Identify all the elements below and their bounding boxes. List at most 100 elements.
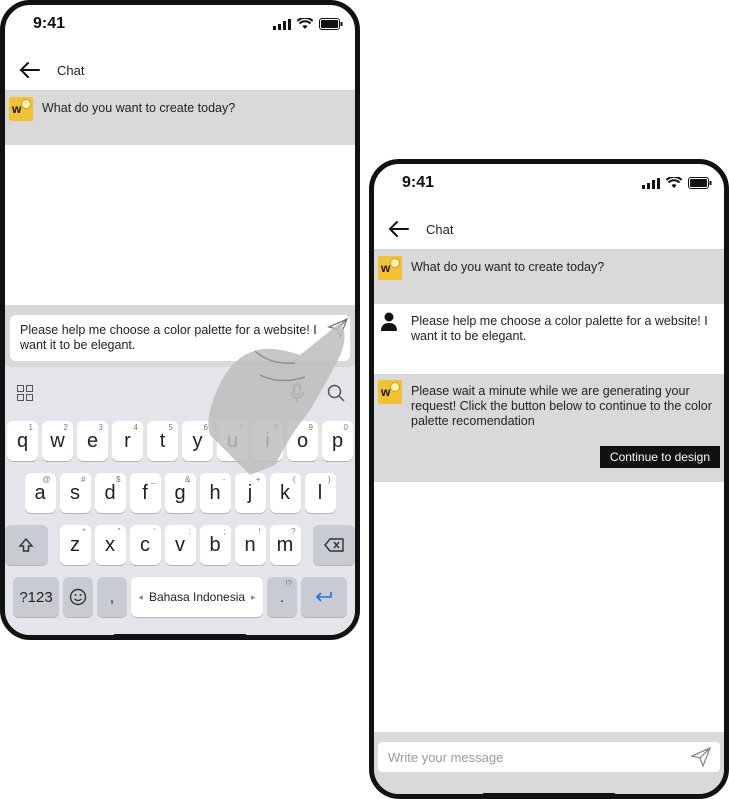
key-label: g: [174, 481, 186, 504]
space-key[interactable]: ◂ Bahasa Indonesia ▸: [131, 577, 263, 617]
microphone-icon[interactable]: [290, 383, 304, 403]
key-label: n: [244, 533, 256, 556]
key-g[interactable]: & g: [164, 473, 196, 513]
key-c[interactable]: ' c: [129, 525, 161, 565]
key-secondary-label: :: [188, 527, 191, 536]
key-label: j: [247, 481, 253, 504]
key-w[interactable]: 2w: [42, 421, 73, 461]
key-l[interactable]: ) l: [304, 473, 336, 513]
key-secondary-label: 1: [28, 423, 33, 432]
key-secondary-label: ": [117, 527, 121, 536]
keyboard-row-3: * z " x ' c: v; b! n? m: [5, 525, 355, 565]
user-message: Please help me choose a color palette fo…: [374, 304, 724, 374]
key-e[interactable]: 3e: [77, 421, 108, 461]
on-screen-keyboard: 1q2w3e4r5t6y7u8i9o0p @ a # s $ d _ f & g - h + j(k) l …: [5, 367, 355, 635]
key-o[interactable]: 9o: [287, 421, 318, 461]
key-secondary-label: 2: [63, 423, 68, 432]
page-title: Chat: [426, 222, 454, 237]
key-secondary-label: ;: [223, 527, 226, 536]
key-label: p: [331, 429, 344, 452]
key-t[interactable]: 5t: [147, 421, 178, 461]
key-a[interactable]: @ a: [24, 473, 56, 513]
page-title: Chat: [57, 63, 85, 78]
message-input[interactable]: Please help me choose a color palette fo…: [10, 315, 350, 361]
backspace-icon: [323, 538, 344, 552]
key-label: u: [226, 429, 239, 452]
home-indicator: [113, 634, 247, 635]
key-secondary-label: 0: [343, 423, 348, 432]
key-x[interactable]: " x: [94, 525, 126, 565]
message-input[interactable]: [378, 742, 720, 772]
period-key[interactable]: !? .: [267, 577, 297, 617]
chat-header: Chat: [374, 208, 724, 250]
key-j[interactable]: + j: [234, 473, 266, 513]
letter-keys: * z " x ' c: v; b! n? m: [59, 525, 301, 565]
key-i[interactable]: 8i: [252, 421, 283, 461]
emoji-icon: [69, 588, 87, 606]
wifi-icon: [666, 177, 682, 188]
composer: Please help me choose a color palette fo…: [5, 305, 355, 367]
key-b[interactable]: ; b: [199, 525, 231, 565]
key-secondary-label: #: [81, 475, 86, 484]
key-r[interactable]: 4r: [112, 421, 143, 461]
message-text: Please help me choose a color palette fo…: [411, 314, 708, 343]
key-label: v: [175, 533, 185, 556]
battery-icon: [688, 177, 712, 189]
chat-header: Chat: [5, 49, 355, 91]
key-d[interactable]: $ d: [94, 473, 126, 513]
apps-grid-icon[interactable]: [17, 385, 33, 401]
emoji-key[interactable]: [63, 577, 93, 617]
key-h[interactable]: -h: [199, 473, 231, 513]
key-p[interactable]: 0p: [322, 421, 353, 461]
key-k[interactable]: (k: [269, 473, 301, 513]
left-arrow-icon: ◂: [138, 591, 143, 602]
continue-to-design-button[interactable]: Continue to design: [599, 446, 720, 468]
key-y[interactable]: 6y: [182, 421, 213, 461]
key-secondary-label: 4: [133, 423, 138, 432]
comma-label: ,: [109, 588, 115, 606]
key-label: b: [209, 533, 221, 556]
key-z[interactable]: * z: [59, 525, 91, 565]
key-secondary-label: _: [151, 475, 156, 484]
enter-icon: [315, 592, 332, 602]
key-n[interactable]: ! n: [234, 525, 266, 565]
key-m[interactable]: ? m: [269, 525, 301, 565]
back-arrow-icon[interactable]: [386, 216, 412, 242]
key-f[interactable]: _ f: [129, 473, 161, 513]
key-v[interactable]: :v: [164, 525, 196, 565]
key-secondary-label: *: [82, 527, 86, 536]
enter-key[interactable]: [301, 577, 347, 617]
symbols-key[interactable]: ?123: [13, 577, 59, 617]
bot-avatar: w: [378, 256, 402, 280]
status-time: 9:41: [33, 15, 66, 32]
key-label: z: [70, 533, 80, 556]
key-secondary-label: 9: [308, 423, 313, 432]
key-label: d: [104, 481, 116, 504]
shift-icon: [18, 537, 34, 552]
keyboard-row-1: 1q2w3e4r5t6y7u8i9o0p: [5, 421, 355, 461]
key-secondary-label: ?: [291, 527, 296, 536]
comma-key[interactable]: ,: [97, 577, 127, 617]
key-label: m: [276, 533, 294, 556]
key-secondary-label: @: [42, 475, 51, 484]
search-icon[interactable]: [327, 384, 345, 402]
bot-avatar: w: [9, 97, 33, 121]
key-s[interactable]: # s: [59, 473, 91, 513]
backspace-key[interactable]: [312, 525, 355, 565]
key-label: o: [296, 429, 309, 452]
key-label: r: [124, 429, 131, 452]
bot-message: w What do you want to create today?: [5, 91, 355, 145]
key-label: e: [86, 429, 99, 452]
key-label: l: [317, 481, 323, 504]
shift-key[interactable]: [5, 525, 48, 565]
back-arrow-icon[interactable]: [17, 57, 43, 83]
send-icon[interactable]: [327, 317, 349, 339]
key-u[interactable]: 7u: [217, 421, 248, 461]
key-secondary-label: 7: [238, 423, 243, 432]
key-secondary-label: !: [258, 527, 261, 536]
key-secondary-label: 3: [98, 423, 103, 432]
key-q[interactable]: 1q: [7, 421, 38, 461]
send-icon[interactable]: [690, 746, 712, 768]
keyboard-toolbar: [5, 367, 355, 417]
key-label: i: [265, 429, 270, 452]
